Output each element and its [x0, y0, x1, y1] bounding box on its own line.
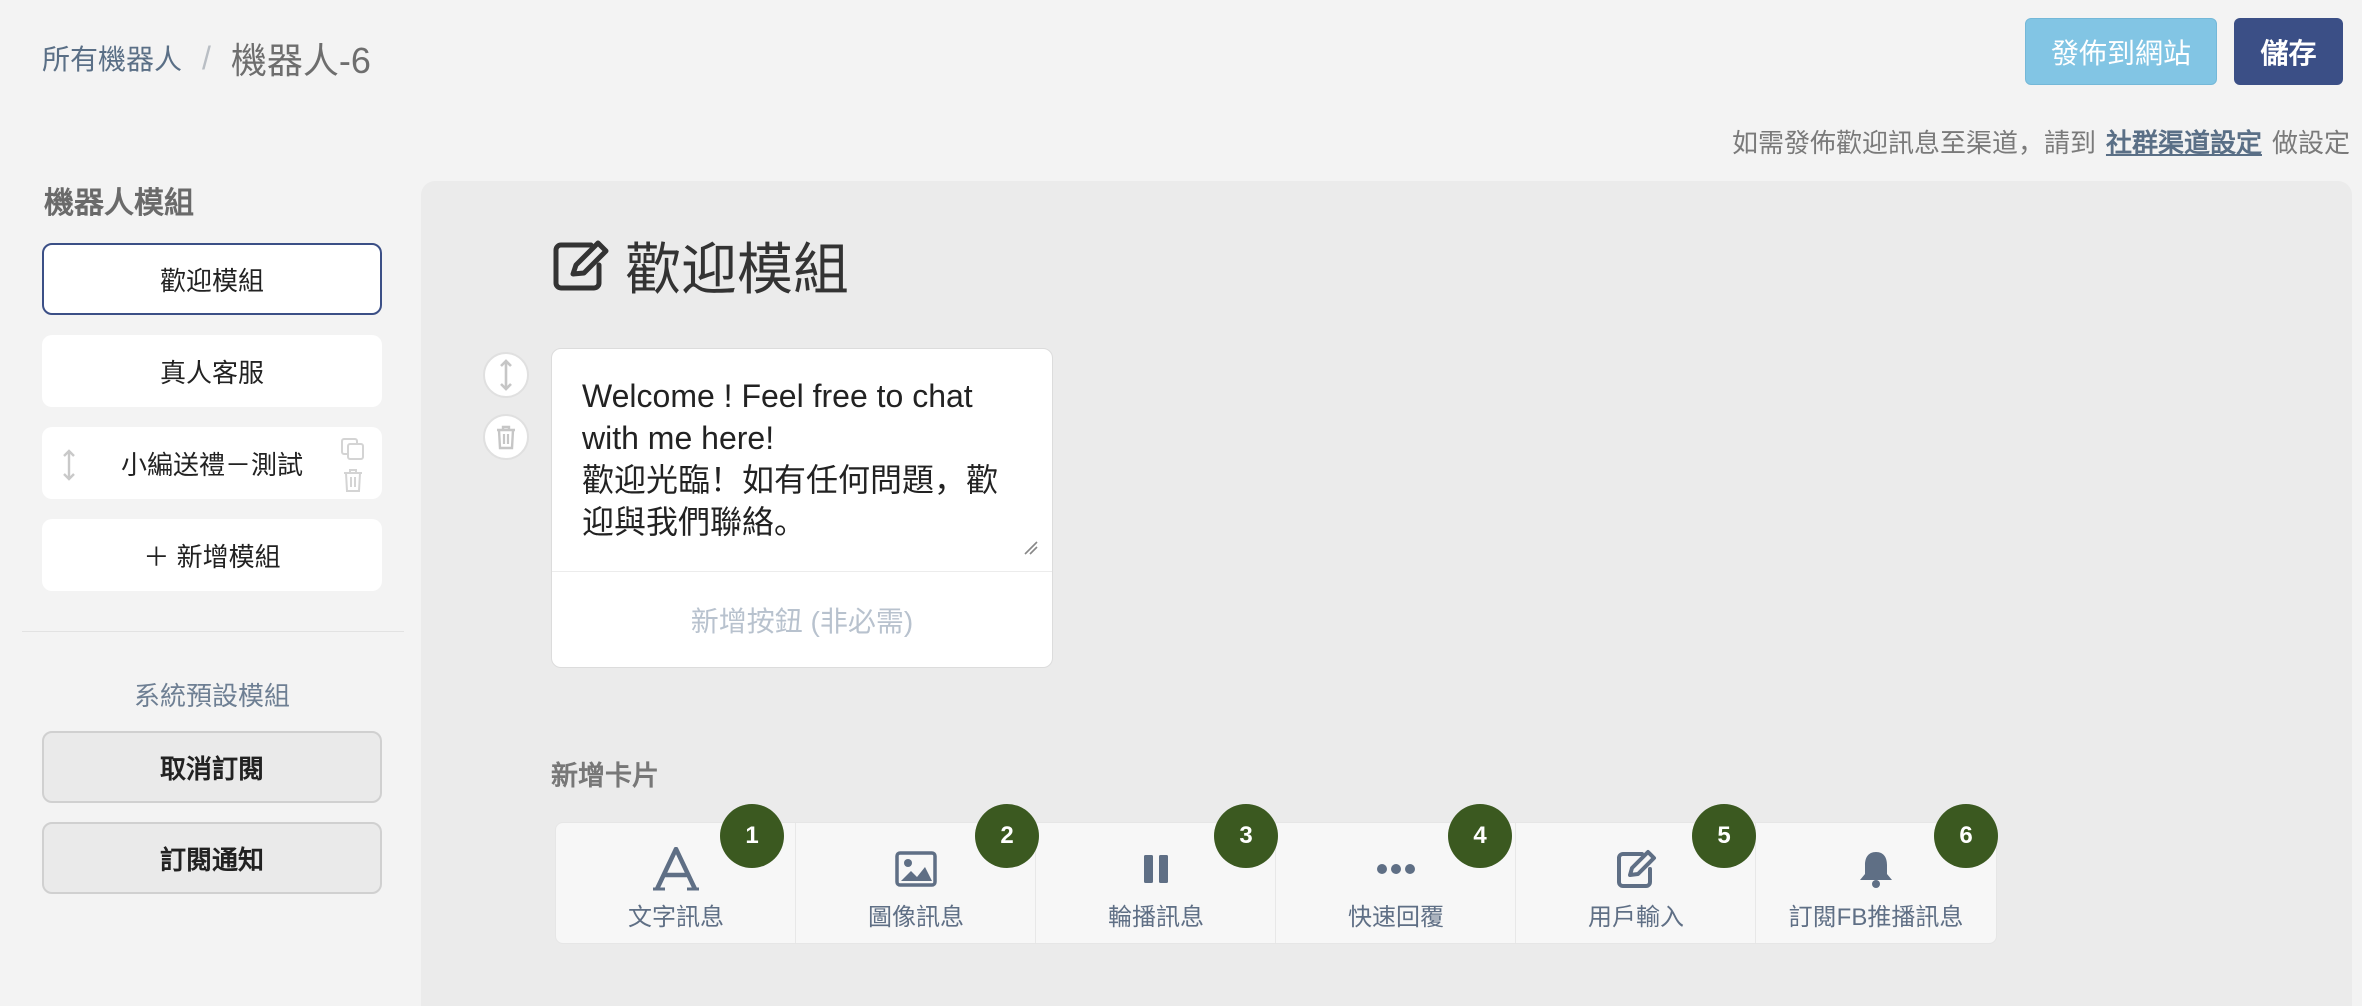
trash-icon: [497, 425, 515, 450]
module-live-agent[interactable]: 真人客服: [42, 335, 382, 407]
card-type-label: 圖像訊息: [868, 904, 964, 931]
card-type-label: 文字訊息: [628, 904, 724, 931]
card-delete-button[interactable]: [483, 414, 529, 460]
publish-to-website-button[interactable]: 發佈到網站: [2025, 18, 2217, 85]
edit-icon: [553, 240, 609, 291]
page-title: 機器人-6: [230, 40, 371, 81]
card-type-label: 輪播訊息: [1108, 904, 1204, 931]
channel-notice: 如需發佈歡迎訊息至渠道，請到 社群渠道設定 做設定: [1732, 124, 2350, 158]
resize-handle-icon[interactable]: [1022, 539, 1038, 555]
breadcrumb: 所有機器人 / 機器人-6: [42, 30, 371, 86]
add-button-button[interactable]: 新增按鈕 (非必需): [552, 572, 1052, 668]
module-label: 歡迎模組: [159, 265, 264, 296]
card-type-label: 訂閱FB推播訊息: [1788, 904, 1964, 931]
module-gift-test[interactable]: 小編送禮－測試: [42, 427, 382, 499]
message-textarea[interactable]: Welcome ! Feel free to chat with me here…: [582, 375, 1022, 543]
social-channel-settings-link[interactable]: 社群渠道設定: [2106, 123, 2262, 160]
module-label: 訂閱通知: [159, 844, 264, 875]
card-type-label: 快速回覆: [1348, 904, 1444, 931]
module-heading: 歡迎模組: [551, 230, 849, 301]
text-message-card: Welcome ! Feel free to chat with me here…: [551, 348, 1053, 668]
save-button[interactable]: 儲存: [2234, 18, 2343, 85]
add-module-label: ＋ 新增模組: [143, 541, 281, 572]
move-vertical-icon: [500, 359, 512, 391]
drag-handle-icon[interactable]: [62, 449, 76, 481]
card-move-button[interactable]: [483, 352, 529, 398]
notice-suffix: 做設定: [2271, 127, 2350, 158]
notice-prefix: 如需發佈歡迎訊息至渠道，請到: [1731, 127, 2096, 158]
copy-icon[interactable]: [340, 437, 366, 461]
module-unsubscribe[interactable]: 取消訂閱: [42, 731, 382, 803]
module-label: 小編送禮－測試: [120, 449, 303, 480]
module-welcome[interactable]: 歡迎模組: [42, 243, 382, 315]
badge-5: 5: [1692, 804, 1756, 868]
trash-icon[interactable]: [340, 467, 366, 493]
badge-4: 4: [1448, 804, 1512, 868]
module-label: 取消訂閱: [159, 753, 264, 784]
badge-6: 6: [1934, 804, 1998, 868]
add-module-button[interactable]: ＋ 新增模組: [42, 519, 382, 591]
card-tools: [483, 352, 529, 460]
sidebar-title: 機器人模組: [44, 187, 194, 220]
add-card-label: 新增卡片: [551, 761, 659, 791]
module-label: 真人客服: [159, 357, 264, 388]
breadcrumb-all-bots-link[interactable]: 所有機器人: [42, 38, 182, 78]
badge-1: 1: [720, 804, 784, 868]
badge-2: 2: [975, 804, 1039, 868]
badge-3: 3: [1214, 804, 1278, 868]
module-title: 歡迎模組: [625, 237, 849, 301]
breadcrumb-separator: /: [202, 39, 211, 76]
module-subscribe-notification[interactable]: 訂閱通知: [42, 822, 382, 894]
card-type-label: 用戶輸入: [1588, 904, 1684, 931]
system-modules-title: 系統預設模組: [133, 681, 290, 711]
sidebar-divider: [22, 631, 404, 632]
